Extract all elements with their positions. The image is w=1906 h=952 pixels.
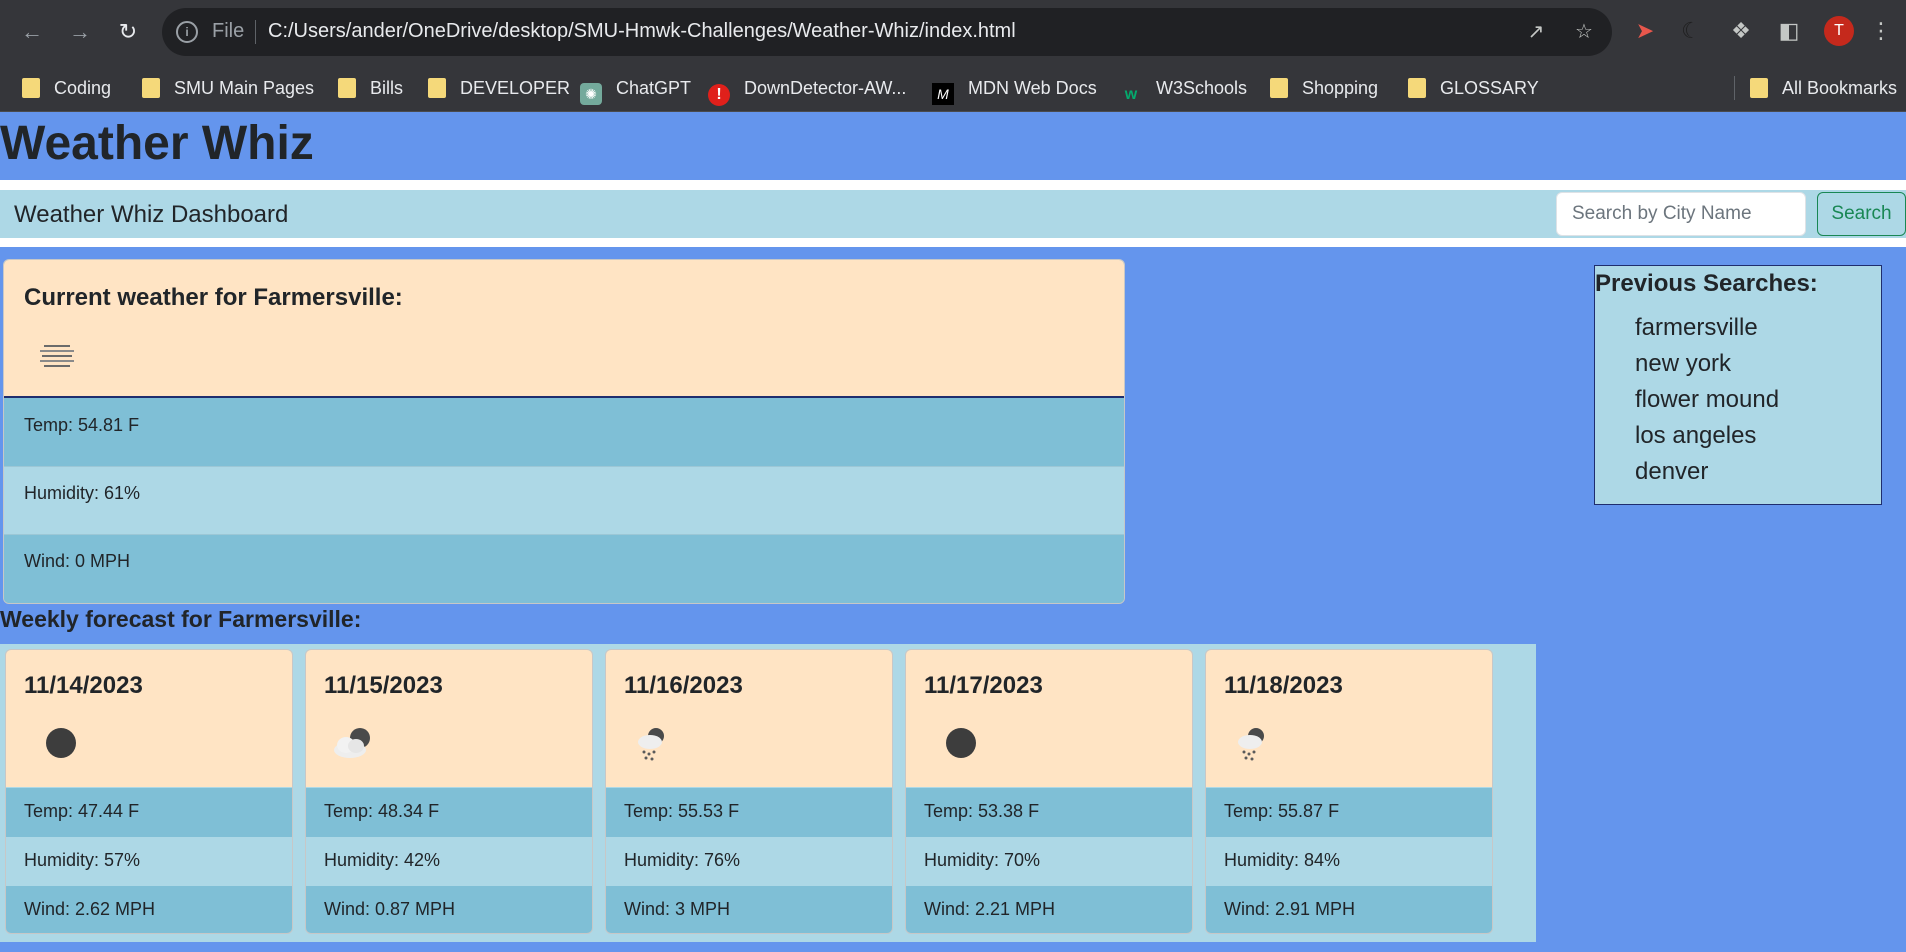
partly-cloudy-icon	[334, 728, 370, 758]
previous-search-item[interactable]: los angeles	[1635, 418, 1779, 454]
bookmark-all-bookmarks[interactable]: All Bookmarks	[1750, 74, 1897, 102]
page-title: Weather Whiz	[0, 117, 314, 170]
forecast-card-header: 11/17/2023	[906, 650, 1192, 787]
bookmark-downdetector[interactable]: ! DownDetector-AW...	[708, 74, 906, 106]
forecast-card: 11/16/2023 Temp: 55.53 F Humidity: 76% W…	[605, 649, 893, 934]
forecast-temp: Temp: 47.44 F	[6, 788, 292, 837]
city-search-input[interactable]	[1556, 192, 1806, 236]
forecast-date: 11/14/2023	[24, 672, 143, 699]
file-scheme-label: File	[212, 20, 245, 42]
bookmark-mdn[interactable]: M MDN Web Docs	[932, 74, 1097, 105]
bookmark-w3schools[interactable]: w W3Schools	[1120, 74, 1247, 103]
bookmarks-bar: Coding SMU Main Pages Bills DEVELOPER ✺ C…	[0, 64, 1906, 112]
site-info-icon[interactable]: i	[176, 21, 198, 43]
folder-icon	[1750, 78, 1768, 98]
forecast-container: 11/14/2023 Temp: 47.44 F Humidity: 57% W…	[0, 644, 1536, 942]
folder-icon	[1270, 78, 1288, 98]
back-arrow-icon[interactable]: ←	[14, 14, 50, 50]
address-divider	[255, 20, 256, 44]
bookmark-chatgpt[interactable]: ✺ ChatGPT	[580, 74, 691, 105]
forecast-wind: Wind: 2.91 MPH	[1206, 886, 1492, 933]
forecast-date: 11/18/2023	[1224, 672, 1343, 699]
dark-mode-extension-icon[interactable]: ☾	[1676, 16, 1706, 46]
forecast-date: 11/16/2023	[624, 672, 743, 699]
rain-cloud-icon	[638, 728, 664, 761]
forecast-card: 11/17/2023 Temp: 53.38 F Humidity: 70% W…	[905, 649, 1193, 934]
forecast-card-header: 11/18/2023	[1206, 650, 1492, 787]
current-wind: Wind: 0 MPH	[4, 535, 1124, 603]
current-temp: Temp: 54.81 F	[4, 399, 1124, 467]
folder-icon	[22, 78, 40, 98]
forecast-humidity: Humidity: 70%	[906, 837, 1192, 886]
current-weather-card: Current weather for Farmersville: Temp: …	[3, 259, 1125, 604]
forecast-card-header: 11/15/2023	[306, 650, 592, 787]
bookmark-glossary[interactable]: GLOSSARY	[1408, 74, 1539, 102]
folder-icon	[428, 78, 446, 98]
forecast-wind: Wind: 0.87 MPH	[306, 886, 592, 933]
forecast-card: 11/15/2023 Temp: 48.34 F Humidity: 42% W…	[305, 649, 593, 934]
menu-kebab-icon[interactable]: ⋮	[1866, 16, 1896, 46]
forecast-wind: Wind: 3 MPH	[606, 886, 892, 933]
previous-searches-title: Previous Searches:	[1595, 270, 1818, 297]
extension-arrow-icon[interactable]: ➤	[1630, 16, 1660, 46]
bookmarks-divider	[1734, 76, 1735, 100]
folder-icon	[1408, 78, 1426, 98]
forecast-humidity: Humidity: 76%	[606, 837, 892, 886]
browser-toolbar: ← → ↻ i File C:/Users/ander/OneDrive/des…	[0, 0, 1906, 64]
current-weather-header: Current weather for Farmersville:	[4, 260, 1124, 398]
forecast-date: 11/15/2023	[324, 672, 443, 699]
previous-search-item[interactable]: flower mound	[1635, 382, 1779, 418]
bookmark-star-icon[interactable]: ☆	[1572, 20, 1596, 44]
previous-search-item[interactable]: farmersville	[1635, 310, 1779, 346]
forecast-card: 11/14/2023 Temp: 47.44 F Humidity: 57% W…	[5, 649, 293, 934]
dashboard-navbar: Weather Whiz Dashboard Search	[0, 190, 1906, 238]
browser-chrome: ← → ↻ i File C:/Users/ander/OneDrive/des…	[0, 0, 1906, 112]
forecast-temp: Temp: 55.53 F	[606, 788, 892, 837]
search-button[interactable]: Search	[1817, 192, 1906, 236]
bookmark-bills[interactable]: Bills	[338, 74, 403, 102]
forecast-card: 11/18/2023 Temp: 55.87 F Humidity: 84% W…	[1205, 649, 1493, 934]
address-bar[interactable]: i File C:/Users/ander/OneDrive/desktop/S…	[162, 8, 1612, 56]
previous-searches-panel: Previous Searches: farmersville new york…	[1594, 265, 1882, 505]
reload-icon[interactable]: ↻	[110, 14, 146, 50]
previous-search-item[interactable]: new york	[1635, 346, 1779, 382]
mist-icon	[40, 345, 74, 367]
bookmark-smu-main-pages[interactable]: SMU Main Pages	[142, 74, 314, 102]
share-icon[interactable]: ↗	[1524, 20, 1548, 44]
extensions-puzzle-icon[interactable]: ❖	[1726, 16, 1756, 46]
bookmark-developer[interactable]: DEVELOPER	[428, 74, 570, 102]
previous-searches-list: farmersville new york flower mound los a…	[1635, 310, 1779, 490]
forward-arrow-icon[interactable]: →	[62, 14, 98, 50]
forecast-temp: Temp: 53.38 F	[906, 788, 1192, 837]
dark-circle-icon	[946, 728, 976, 758]
forecast-wind: Wind: 2.62 MPH	[6, 886, 292, 933]
forecast-temp: Temp: 55.87 F	[1206, 788, 1492, 837]
bookmark-coding[interactable]: Coding	[22, 74, 111, 102]
navbar-brand[interactable]: Weather Whiz Dashboard	[14, 201, 288, 229]
rain-cloud-icon	[1238, 728, 1264, 761]
forecast-temp: Temp: 48.34 F	[306, 788, 592, 837]
forecast-card-header: 11/14/2023	[6, 650, 292, 787]
forecast-humidity: Humidity: 42%	[306, 837, 592, 886]
previous-search-item[interactable]: denver	[1635, 454, 1779, 490]
bookmark-shopping[interactable]: Shopping	[1270, 74, 1378, 102]
current-weather-title: Current weather for Farmersville:	[24, 284, 403, 311]
forecast-wind: Wind: 2.21 MPH	[906, 886, 1192, 933]
w3schools-icon: w	[1124, 86, 1138, 103]
current-humidity: Humidity: 61%	[4, 467, 1124, 535]
dark-circle-icon	[46, 728, 76, 758]
mdn-icon: M	[932, 83, 954, 105]
weekly-forecast-title: Weekly forecast for Farmersville:	[0, 606, 362, 632]
forecast-humidity: Humidity: 57%	[6, 837, 292, 886]
url-text[interactable]: C:/Users/ander/OneDrive/desktop/SMU-Hmwk…	[268, 20, 1016, 43]
side-panel-icon[interactable]: ◧	[1774, 16, 1804, 46]
chatgpt-icon: ✺	[580, 83, 602, 105]
forecast-date: 11/17/2023	[924, 672, 1043, 699]
profile-avatar[interactable]: T	[1824, 16, 1854, 46]
downdetector-icon: !	[708, 84, 730, 106]
forecast-card-header: 11/16/2023	[606, 650, 892, 787]
forecast-humidity: Humidity: 84%	[1206, 837, 1492, 886]
folder-icon	[142, 78, 160, 98]
folder-icon	[338, 78, 356, 98]
